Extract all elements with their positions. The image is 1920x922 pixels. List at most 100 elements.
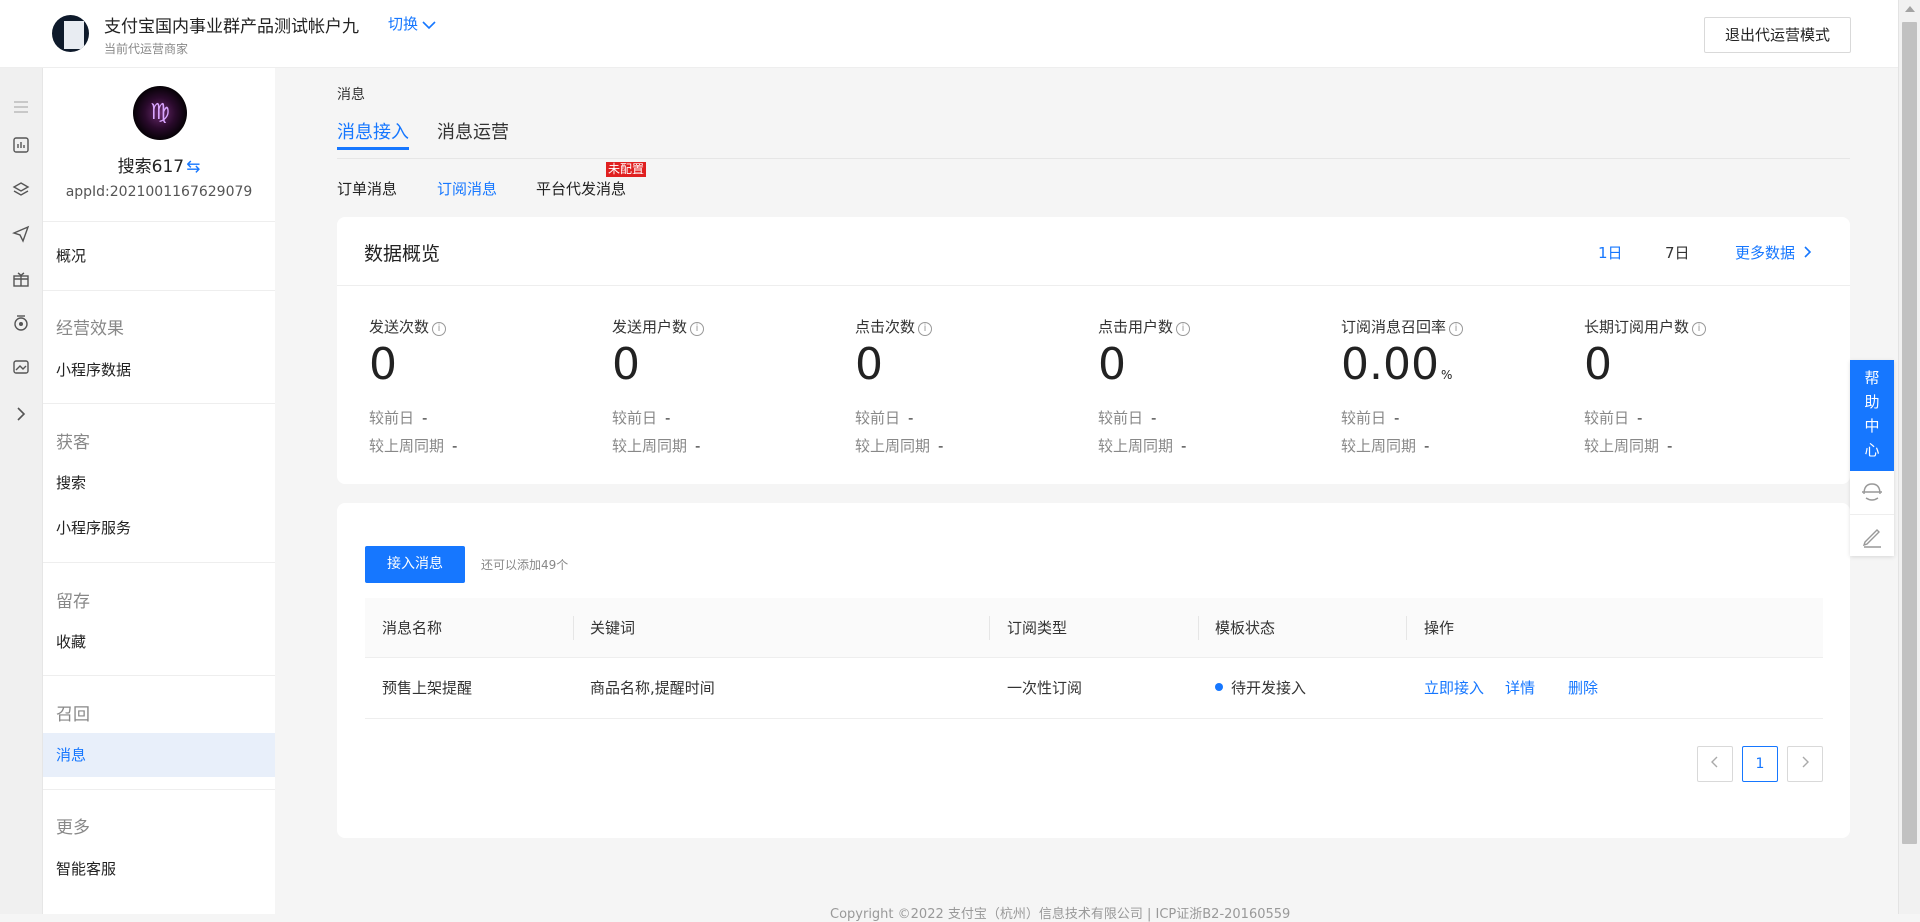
status-dot bbox=[1215, 683, 1223, 691]
stat-value: 0 bbox=[1584, 339, 1612, 390]
stat-label: 发送次数 bbox=[369, 318, 430, 336]
compare-day-value: - bbox=[1637, 409, 1643, 427]
compare-week-label: 较上周同期 bbox=[1098, 437, 1174, 455]
column-separator bbox=[573, 616, 574, 640]
subtab-order-messages[interactable]: 订单消息 bbox=[337, 178, 397, 199]
compare-week-label: 较上周同期 bbox=[1584, 437, 1660, 455]
info-icon[interactable]: i bbox=[690, 322, 705, 336]
connect-now-link[interactable]: 立即接入 bbox=[1424, 658, 1484, 719]
message-name: 预售上架提醒 bbox=[382, 679, 473, 697]
compare-day-label: 较前日 bbox=[1341, 409, 1387, 427]
sidebar-section-title: 获客 bbox=[56, 433, 90, 453]
add-message-button[interactable]: 接入消息 bbox=[365, 546, 465, 583]
message-keywords: 商品名称,提醒时间 bbox=[590, 679, 715, 697]
column-header: 消息名称 bbox=[382, 619, 443, 637]
help-center-button[interactable]: 帮 助 中 心 bbox=[1850, 360, 1894, 471]
compare-day-value: - bbox=[1394, 409, 1400, 427]
sidebar-section-title: 留存 bbox=[56, 592, 90, 612]
tab-message-access[interactable]: 消息接入 bbox=[337, 118, 409, 150]
range-7-day[interactable]: 7日 bbox=[1665, 242, 1690, 263]
column-header: 操作 bbox=[1424, 619, 1455, 637]
feedback-button[interactable] bbox=[1850, 514, 1894, 556]
info-icon[interactable]: i bbox=[1176, 322, 1191, 336]
divider bbox=[43, 403, 275, 404]
table-row: 预售上架提醒 商品名称,提醒时间 一次性订阅 待开发接入 立即接入 详情 删除 bbox=[365, 658, 1823, 719]
menu-icon[interactable] bbox=[12, 98, 30, 116]
info-icon[interactable]: i bbox=[1449, 322, 1464, 336]
image-icon[interactable] bbox=[12, 358, 30, 376]
account-role: 当前代运营商家 bbox=[104, 42, 189, 56]
compare-day-value: - bbox=[665, 409, 671, 427]
compare-week-value: - bbox=[1424, 437, 1430, 455]
compare-day-label: 较前日 bbox=[612, 409, 658, 427]
divider bbox=[43, 290, 275, 291]
compare-day-value: - bbox=[422, 409, 428, 427]
stat-label: 长期订阅用户数 bbox=[1584, 318, 1690, 336]
footer-copyright: Copyright ©2022 支付宝（杭州）信息技术有限公司 | ICP证浙B… bbox=[830, 907, 1291, 922]
sidebar-section-title: 经营效果 bbox=[56, 319, 124, 339]
compare-week-value: - bbox=[1667, 437, 1673, 455]
page-1-button[interactable]: 1 bbox=[1742, 746, 1778, 782]
stat-label: 发送用户数 bbox=[612, 318, 688, 336]
next-page-button[interactable] bbox=[1787, 746, 1823, 782]
tab-message-operation[interactable]: 消息运营 bbox=[437, 118, 509, 144]
info-icon[interactable]: i bbox=[1692, 322, 1707, 336]
stat-click-users: 点击用户数 i 0 较前日 - 较上周同期 - bbox=[1098, 316, 1338, 455]
prev-page-button[interactable] bbox=[1697, 746, 1733, 782]
stat-label: 点击次数 bbox=[855, 318, 916, 336]
sidebar-item-overview[interactable]: 概况 bbox=[43, 234, 275, 278]
details-link[interactable]: 详情 bbox=[1505, 658, 1535, 719]
target-icon[interactable] bbox=[12, 314, 30, 332]
data-overview-card: 数据概览 1日 7日 更多数据 发送次数 i 0 较前日 - 较上周同期 - 发送用户… bbox=[337, 217, 1850, 484]
swap-app-icon[interactable]: ⇆ bbox=[186, 157, 200, 177]
column-separator bbox=[1406, 616, 1407, 640]
icon-rail bbox=[0, 68, 43, 914]
subtab-platform-messages[interactable]: 平台代发消息 bbox=[536, 178, 626, 199]
divider bbox=[43, 789, 275, 790]
divider bbox=[43, 675, 275, 676]
top-header: 支付宝国内事业群产品测试帐户九 切换 当前代运营商家 退出代运营模式 bbox=[0, 0, 1898, 68]
compare-day-label: 较前日 bbox=[1584, 409, 1630, 427]
switch-label: 切换 bbox=[388, 15, 419, 33]
exit-agent-mode-button[interactable]: 退出代运营模式 bbox=[1704, 17, 1851, 53]
stat-send-users: 发送用户数 i 0 较前日 - 较上周同期 - bbox=[612, 316, 852, 455]
chevron-right-icon[interactable] bbox=[12, 405, 30, 423]
headset-icon bbox=[1862, 483, 1882, 501]
layers-icon[interactable] bbox=[12, 181, 30, 199]
compare-day-label: 较前日 bbox=[855, 409, 901, 427]
compare-week-label: 较上周同期 bbox=[369, 437, 445, 455]
divider bbox=[337, 285, 1850, 286]
sidebar-item-search[interactable]: 搜索 bbox=[43, 461, 275, 505]
sidebar-item-smart-customer-service[interactable]: 智能客服 bbox=[43, 847, 275, 891]
main-tabs: 消息接入 消息运营 bbox=[337, 118, 1850, 159]
subtab-subscription-messages[interactable]: 订阅消息 bbox=[437, 178, 497, 199]
compare-week-label: 较上周同期 bbox=[612, 437, 688, 455]
divider bbox=[43, 562, 275, 563]
sidebar-item-favorites[interactable]: 收藏 bbox=[43, 620, 275, 664]
gift-icon[interactable] bbox=[12, 270, 30, 288]
sidebar-item-miniprogram-service[interactable]: 小程序服务 bbox=[43, 506, 275, 550]
range-1-day[interactable]: 1日 bbox=[1598, 242, 1623, 263]
sidebar-item-messages[interactable]: 消息 bbox=[43, 733, 275, 777]
delete-link[interactable]: 删除 bbox=[1568, 658, 1598, 719]
info-icon[interactable]: i bbox=[432, 322, 447, 336]
send-icon[interactable] bbox=[12, 225, 30, 243]
sidebar-item-miniprogram-data[interactable]: 小程序数据 bbox=[43, 348, 275, 392]
compare-week-value: - bbox=[452, 437, 458, 455]
info-icon[interactable]: i bbox=[918, 322, 933, 336]
more-data-link[interactable]: 更多数据 bbox=[1735, 242, 1815, 263]
compare-week-label: 较上周同期 bbox=[1341, 437, 1417, 455]
chevron-down-icon bbox=[422, 20, 436, 29]
chevron-right-icon bbox=[1804, 246, 1812, 258]
help-widget: 帮 助 中 心 bbox=[1850, 360, 1894, 556]
stat-value: 0 bbox=[1098, 339, 1126, 390]
switch-account-button[interactable]: 切换 bbox=[388, 13, 436, 34]
sidebar-section-title: 更多 bbox=[56, 818, 90, 838]
page-scrollbar[interactable] bbox=[1898, 0, 1920, 914]
data-chart-icon[interactable] bbox=[12, 136, 30, 154]
column-header: 订阅类型 bbox=[1007, 619, 1068, 637]
app-avatar: ♍ bbox=[133, 86, 187, 140]
scroll-up-arrow[interactable] bbox=[1905, 6, 1915, 12]
customer-service-button[interactable] bbox=[1850, 472, 1894, 514]
scroll-thumb[interactable] bbox=[1902, 22, 1917, 844]
